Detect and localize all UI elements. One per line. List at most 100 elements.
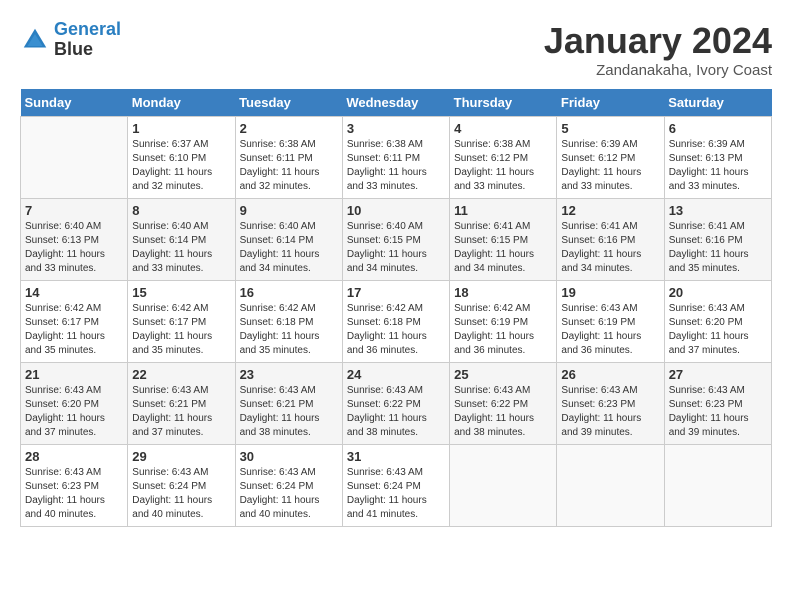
calendar-cell: 22 Sunrise: 6:43 AMSunset: 6:21 PMDayligh… <box>128 363 235 445</box>
calendar-cell: 20 Sunrise: 6:43 AMSunset: 6:20 PMDayligh… <box>664 281 771 363</box>
calendar-cell: 18 Sunrise: 6:42 AMSunset: 6:19 PMDayligh… <box>450 281 557 363</box>
page-header: GeneralBlue January 2024 Zandanakaha, Iv… <box>20 20 772 79</box>
day-number: 26 <box>561 367 659 382</box>
day-number: 25 <box>454 367 552 382</box>
day-number: 21 <box>25 367 123 382</box>
day-number: 11 <box>454 203 552 218</box>
calendar-cell: 1Sunrise: 6:37 AMSunset: 6:10 PMDaylight… <box>128 117 235 199</box>
calendar-cell: 27 Sunrise: 6:43 AMSunset: 6:23 PMDayligh… <box>664 363 771 445</box>
day-number: 17 <box>347 285 445 300</box>
day-number: 9 <box>240 203 338 218</box>
logo-text: GeneralBlue <box>54 20 121 60</box>
calendar-cell: 25 Sunrise: 6:43 AMSunset: 6:22 PMDayligh… <box>450 363 557 445</box>
day-number: 27 <box>669 367 767 382</box>
day-info: Sunrise: 6:40 AMSunset: 6:14 PMDaylight:… <box>240 220 338 276</box>
day-number: 19 <box>561 285 659 300</box>
calendar-cell: 15 Sunrise: 6:42 AMSunset: 6:17 PMDayligh… <box>128 281 235 363</box>
col-header-sunday: Sunday <box>21 89 128 117</box>
month-title: January 2024 <box>544 20 772 62</box>
calendar-cell: 17 Sunrise: 6:42 AMSunset: 6:18 PMDayligh… <box>342 281 449 363</box>
calendar-cell: 16Sunrise: 6:42 AMSunset: 6:18 PMDayligh… <box>235 281 342 363</box>
calendar-cell <box>21 117 128 199</box>
day-info: Sunrise: 6:42 AMSunset: 6:17 PMDaylight:… <box>132 302 230 358</box>
day-info: Sunrise: 6:43 AMSunset: 6:23 PMDaylight:… <box>669 384 767 440</box>
calendar-cell: 23Sunrise: 6:43 AMSunset: 6:21 PMDayligh… <box>235 363 342 445</box>
day-info: Sunrise: 6:43 AMSunset: 6:21 PMDaylight:… <box>240 384 338 440</box>
calendar-cell <box>557 445 664 527</box>
day-info: Sunrise: 6:42 AMSunset: 6:18 PMDaylight:… <box>347 302 445 358</box>
day-number: 31 <box>347 449 445 464</box>
day-info: Sunrise: 6:40 AMSunset: 6:14 PMDaylight:… <box>132 220 230 276</box>
day-info: Sunrise: 6:43 AMSunset: 6:19 PMDaylight:… <box>561 302 659 358</box>
calendar-cell: 10Sunrise: 6:40 AMSunset: 6:15 PMDayligh… <box>342 199 449 281</box>
day-info: Sunrise: 6:39 AMSunset: 6:13 PMDaylight:… <box>669 138 767 194</box>
week-row-5: 28 Sunrise: 6:43 AMSunset: 6:23 PMDayligh… <box>21 445 772 527</box>
calendar-cell: 8 Sunrise: 6:40 AMSunset: 6:14 PMDaylight… <box>128 199 235 281</box>
day-info: Sunrise: 6:38 AMSunset: 6:12 PMDaylight:… <box>454 138 552 194</box>
col-header-thursday: Thursday <box>450 89 557 117</box>
calendar-cell: 6Sunrise: 6:39 AMSunset: 6:13 PMDaylight… <box>664 117 771 199</box>
calendar-cell: 14 Sunrise: 6:42 AMSunset: 6:17 PMDayligh… <box>21 281 128 363</box>
calendar-cell: 12 Sunrise: 6:41 AMSunset: 6:16 PMDayligh… <box>557 199 664 281</box>
day-number: 4 <box>454 121 552 136</box>
day-info: Sunrise: 6:43 AMSunset: 6:23 PMDaylight:… <box>25 466 123 522</box>
day-number: 7 <box>25 203 123 218</box>
day-number: 18 <box>454 285 552 300</box>
day-number: 14 <box>25 285 123 300</box>
day-info: Sunrise: 6:42 AMSunset: 6:18 PMDaylight:… <box>240 302 338 358</box>
day-info: Sunrise: 6:41 AMSunset: 6:16 PMDaylight:… <box>561 220 659 276</box>
calendar-cell: 3Sunrise: 6:38 AMSunset: 6:11 PMDaylight… <box>342 117 449 199</box>
col-header-tuesday: Tuesday <box>235 89 342 117</box>
day-info: Sunrise: 6:43 AMSunset: 6:23 PMDaylight:… <box>561 384 659 440</box>
calendar-cell: 24 Sunrise: 6:43 AMSunset: 6:22 PMDayligh… <box>342 363 449 445</box>
day-info: Sunrise: 6:43 AMSunset: 6:24 PMDaylight:… <box>132 466 230 522</box>
calendar-cell: 30Sunrise: 6:43 AMSunset: 6:24 PMDayligh… <box>235 445 342 527</box>
day-number: 2 <box>240 121 338 136</box>
calendar-cell <box>450 445 557 527</box>
calendar-cell: 19 Sunrise: 6:43 AMSunset: 6:19 PMDayligh… <box>557 281 664 363</box>
day-number: 15 <box>132 285 230 300</box>
day-number: 8 <box>132 203 230 218</box>
day-number: 3 <box>347 121 445 136</box>
logo-icon <box>20 25 50 55</box>
day-info: Sunrise: 6:41 AMSunset: 6:16 PMDaylight:… <box>669 220 767 276</box>
day-info: Sunrise: 6:43 AMSunset: 6:22 PMDaylight:… <box>347 384 445 440</box>
day-info: Sunrise: 6:42 AMSunset: 6:17 PMDaylight:… <box>25 302 123 358</box>
day-info: Sunrise: 6:41 AMSunset: 6:15 PMDaylight:… <box>454 220 552 276</box>
week-row-3: 14 Sunrise: 6:42 AMSunset: 6:17 PMDayligh… <box>21 281 772 363</box>
col-header-friday: Friday <box>557 89 664 117</box>
day-info: Sunrise: 6:39 AMSunset: 6:12 PMDaylight:… <box>561 138 659 194</box>
calendar-cell: 4 Sunrise: 6:38 AMSunset: 6:12 PMDaylight… <box>450 117 557 199</box>
day-number: 20 <box>669 285 767 300</box>
week-row-1: 1Sunrise: 6:37 AMSunset: 6:10 PMDaylight… <box>21 117 772 199</box>
col-header-wednesday: Wednesday <box>342 89 449 117</box>
day-number: 5 <box>561 121 659 136</box>
calendar-table: SundayMondayTuesdayWednesdayThursdayFrid… <box>20 89 772 527</box>
calendar-cell: 7Sunrise: 6:40 AMSunset: 6:13 PMDaylight… <box>21 199 128 281</box>
day-number: 29 <box>132 449 230 464</box>
calendar-cell: 13 Sunrise: 6:41 AMSunset: 6:16 PMDayligh… <box>664 199 771 281</box>
title-block: January 2024 Zandanakaha, Ivory Coast <box>544 20 772 79</box>
calendar-cell: 11 Sunrise: 6:41 AMSunset: 6:15 PMDayligh… <box>450 199 557 281</box>
logo: GeneralBlue <box>20 20 121 60</box>
day-info: Sunrise: 6:43 AMSunset: 6:21 PMDaylight:… <box>132 384 230 440</box>
day-info: Sunrise: 6:43 AMSunset: 6:20 PMDaylight:… <box>25 384 123 440</box>
day-info: Sunrise: 6:40 AMSunset: 6:15 PMDaylight:… <box>347 220 445 276</box>
day-number: 12 <box>561 203 659 218</box>
day-info: Sunrise: 6:42 AMSunset: 6:19 PMDaylight:… <box>454 302 552 358</box>
calendar-cell: 2Sunrise: 6:38 AMSunset: 6:11 PMDaylight… <box>235 117 342 199</box>
day-number: 13 <box>669 203 767 218</box>
day-info: Sunrise: 6:43 AMSunset: 6:20 PMDaylight:… <box>669 302 767 358</box>
week-row-4: 21 Sunrise: 6:43 AMSunset: 6:20 PMDayligh… <box>21 363 772 445</box>
location: Zandanakaha, Ivory Coast <box>544 62 772 79</box>
day-number: 22 <box>132 367 230 382</box>
calendar-cell: 9 Sunrise: 6:40 AMSunset: 6:14 PMDaylight… <box>235 199 342 281</box>
col-header-monday: Monday <box>128 89 235 117</box>
calendar-cell: 5 Sunrise: 6:39 AMSunset: 6:12 PMDaylight… <box>557 117 664 199</box>
day-info: Sunrise: 6:37 AMSunset: 6:10 PMDaylight:… <box>132 138 230 194</box>
day-number: 24 <box>347 367 445 382</box>
calendar-cell <box>664 445 771 527</box>
day-info: Sunrise: 6:43 AMSunset: 6:22 PMDaylight:… <box>454 384 552 440</box>
day-number: 30 <box>240 449 338 464</box>
day-number: 28 <box>25 449 123 464</box>
